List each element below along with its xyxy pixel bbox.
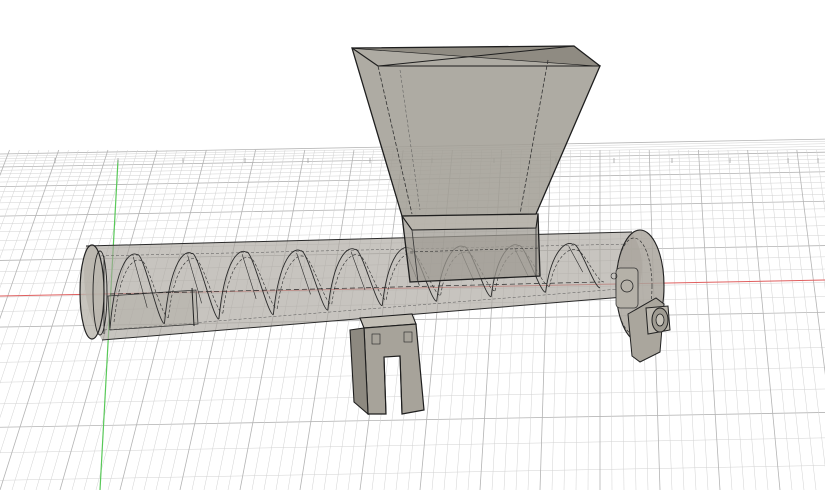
grid-line-depth (0, 149, 79, 384)
grid-line-depth (688, 149, 709, 490)
grid-line-depth (708, 149, 733, 490)
grid-line-depth (551, 149, 561, 490)
grid-line-depth (0, 149, 40, 259)
grid-line-depth (0, 149, 50, 289)
grid-line-depth (575, 149, 581, 490)
grid-line-depth (668, 149, 685, 490)
grid-line-depth (0, 149, 60, 320)
grid-line-depth (717, 149, 745, 490)
grid-line-depth (698, 149, 721, 490)
grid-line-depth (563, 149, 571, 490)
grid-line-depth (0, 149, 89, 419)
grid-line-horizontal (0, 412, 825, 428)
grid-line-depth (587, 149, 591, 490)
grid-line-horizontal (0, 465, 825, 481)
grid-line-depth (678, 149, 697, 490)
3d-viewport[interactable] (0, 0, 825, 490)
grid-line-depth (609, 149, 613, 490)
grid-line-depth (776, 149, 817, 490)
grid-line-depth (727, 149, 757, 490)
hopper-throat[interactable] (401, 213, 541, 283)
hopper[interactable] (351, 45, 601, 217)
